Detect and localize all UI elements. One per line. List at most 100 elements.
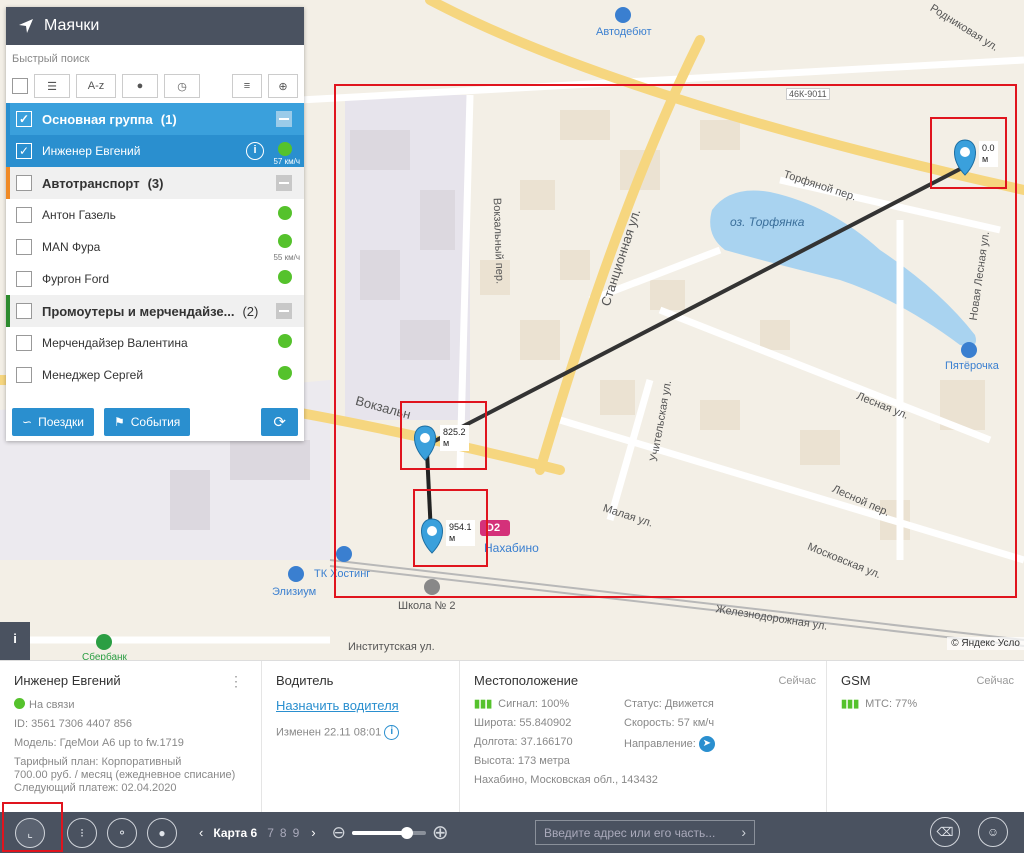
signal-icon: ▮▮▮ [841, 698, 860, 710]
zoom-in-icon[interactable]: ⊕ [432, 820, 449, 845]
tracker-row[interactable]: Менеджер Сергей [6, 359, 304, 391]
device-name: Инженер Евгений [14, 673, 121, 688]
bottom-toolbar: ⌞ ⁝ ⚬ ● ‹ Карта 6 7 8 9 › ⊖ ⊕ Введите ад… [0, 802, 1024, 853]
quick-search-label[interactable]: Быстрый поиск [6, 45, 304, 69]
next-payment: Следующий платеж: 02.04.2020 [14, 782, 177, 794]
zoom-out-icon[interactable]: ⊖ [332, 823, 346, 843]
tariff-plan: Тарифный план: Корпоративный [14, 756, 182, 768]
gsm-updated: Сейчас [976, 675, 1014, 687]
tracker-info-bar: Инженер Евгений ⋮ На связи ID: 3561 7306… [0, 660, 1024, 812]
zoom-handle[interactable] [401, 826, 414, 839]
tracker-name: Мерчендайзер Валентина [42, 336, 188, 350]
panel-header: Маячки [6, 7, 304, 45]
street-label: Институтская ул. [348, 641, 435, 653]
tracker-checkbox[interactable]: ✓ [16, 143, 32, 159]
map-page[interactable]: 8 [280, 826, 287, 840]
assign-driver-link[interactable]: Назначить водителя [276, 698, 445, 713]
history-icon[interactable]: ⟳ [261, 408, 298, 436]
latitude: Широта: 55.840902 [474, 717, 572, 729]
info-toggle-icon[interactable]: i [0, 622, 30, 660]
info-icon[interactable]: i [384, 725, 400, 740]
tracker-name: Менеджер Сергей [42, 368, 144, 382]
tracker-checkbox[interactable] [16, 207, 32, 223]
trips-button[interactable]: ∽ Поездки [12, 408, 94, 436]
location-column: Местоположение Сейчас ▮▮▮ Сигнал: 100% Ши… [460, 661, 827, 812]
group-checkbox[interactable] [16, 175, 32, 191]
speed-filter-icon[interactable]: ◷ [164, 74, 200, 98]
device-model: Модель: ГдеМои А6 up to fw.1719 [14, 737, 184, 749]
tracker-row[interactable]: Мерчендайзер Валентина [6, 327, 304, 359]
panel-toolbar: ☰ A-z ● ◷ ≡ ⊕ [6, 69, 304, 103]
zoom-fill [351, 830, 408, 835]
zoom-slider[interactable] [351, 826, 426, 839]
more-menu-icon[interactable]: ⋮ [229, 673, 243, 690]
tracker-row[interactable]: Фургон Ford [6, 263, 304, 295]
map-page[interactable]: 7 [267, 826, 274, 840]
trackers-panel: Маячки Быстрый поиск ☰ A-z ● ◷ ≡ ⊕ ✓ Осн… [6, 7, 304, 441]
collapse-icon[interactable] [276, 303, 292, 319]
online-status-icon [14, 698, 25, 709]
altitude: Высота: 173 метра [474, 755, 570, 767]
search-arrow-icon[interactable]: › [741, 824, 746, 840]
tracker-name: Фургон Ford [42, 272, 110, 286]
tracker-checkbox[interactable] [16, 271, 32, 287]
tracker-checkbox[interactable] [16, 335, 32, 351]
highlight-frame [2, 802, 63, 852]
current-map[interactable]: Карта 6 [213, 826, 257, 840]
group-count: (2) [242, 303, 259, 319]
prev-map-icon[interactable]: ‹ [199, 825, 203, 840]
status-filter-icon[interactable]: ● [122, 74, 158, 98]
list-view-icon[interactable]: ☰ [34, 74, 70, 98]
tracker-row[interactable]: ✓ Инженер Евгений i 57 км/ч [6, 135, 304, 167]
group-row[interactable]: Промоутеры и мерчендайзе... (2) [6, 295, 304, 327]
next-map-icon[interactable]: › [311, 825, 315, 840]
poi-label: Школа № 2 [398, 600, 456, 612]
tracker-checkbox[interactable] [16, 239, 32, 255]
group-row[interactable]: Автотранспорт (3) [6, 167, 304, 199]
marker-label: 825.2 м [440, 425, 469, 451]
map-copyright[interactable]: © Яндекс Усло [947, 637, 1024, 650]
current-speed: Скорость: 57 км/ч [624, 717, 715, 729]
compass-icon: ➤ [698, 736, 715, 752]
online-status-icon [278, 234, 292, 248]
device-column: Инженер Евгений ⋮ На связи ID: 3561 7306… [0, 661, 262, 812]
account-icon[interactable]: ☺ [978, 817, 1008, 847]
navigation-arrow-icon [19, 19, 33, 33]
marker-label: 954.1 м [446, 520, 475, 546]
signal-strength: ▮▮▮ Сигнал: 100% [474, 698, 570, 710]
tracker-row[interactable]: MAN Фура 55 км/ч [6, 231, 304, 263]
share-icon[interactable]: ⚬ [107, 817, 137, 848]
car-service-icon [615, 7, 631, 23]
gsm-signal: ▮▮▮ МТС: 77% [841, 698, 918, 710]
address-search-input[interactable]: Введите адрес или его часть... › [535, 820, 755, 845]
settings-sliders-icon[interactable]: ≡ [232, 74, 262, 98]
collapse-icon[interactable] [276, 111, 292, 127]
locate-icon[interactable]: ⊕ [268, 74, 298, 98]
events-button[interactable]: ⚑ События [103, 408, 191, 436]
bell-icon: ⚑ [113, 415, 125, 429]
select-all-checkbox[interactable] [12, 78, 28, 94]
sort-az-button[interactable]: A-z [76, 74, 116, 98]
group-checkbox[interactable] [16, 303, 32, 319]
motion-status: Статус: Движется [624, 698, 714, 710]
tracker-speed: 55 км/ч [273, 253, 300, 262]
map-page[interactable]: 9 [293, 826, 300, 840]
panel-title: Маячки [44, 17, 100, 34]
tracker-name: Антон Газель [42, 208, 116, 222]
gsm-column: GSM Сейчас ▮▮▮ МТС: 77% [827, 661, 1024, 812]
group-checkbox[interactable]: ✓ [16, 111, 32, 127]
online-status-icon [278, 206, 292, 220]
tracker-row[interactable]: Антон Газель [6, 199, 304, 231]
traffic-light-icon[interactable]: ⁝ [67, 817, 97, 848]
tracker-checkbox[interactable] [16, 367, 32, 383]
panel-actions: ∽ Поездки ⚑ События ⟳ [6, 403, 304, 441]
tracker-name: MAN Фура [42, 240, 101, 254]
address: Нахабино, Московская обл., 143432 [474, 774, 658, 786]
group-row[interactable]: ✓ Основная группа (1) [6, 103, 304, 135]
online-status-icon [278, 270, 292, 284]
eraser-icon[interactable]: ⌫ [930, 817, 960, 847]
group-name: Автотранспорт [42, 175, 140, 191]
collapse-icon[interactable] [276, 175, 292, 191]
info-icon[interactable]: i [246, 142, 264, 160]
location-pin-icon[interactable]: ● [147, 817, 177, 848]
